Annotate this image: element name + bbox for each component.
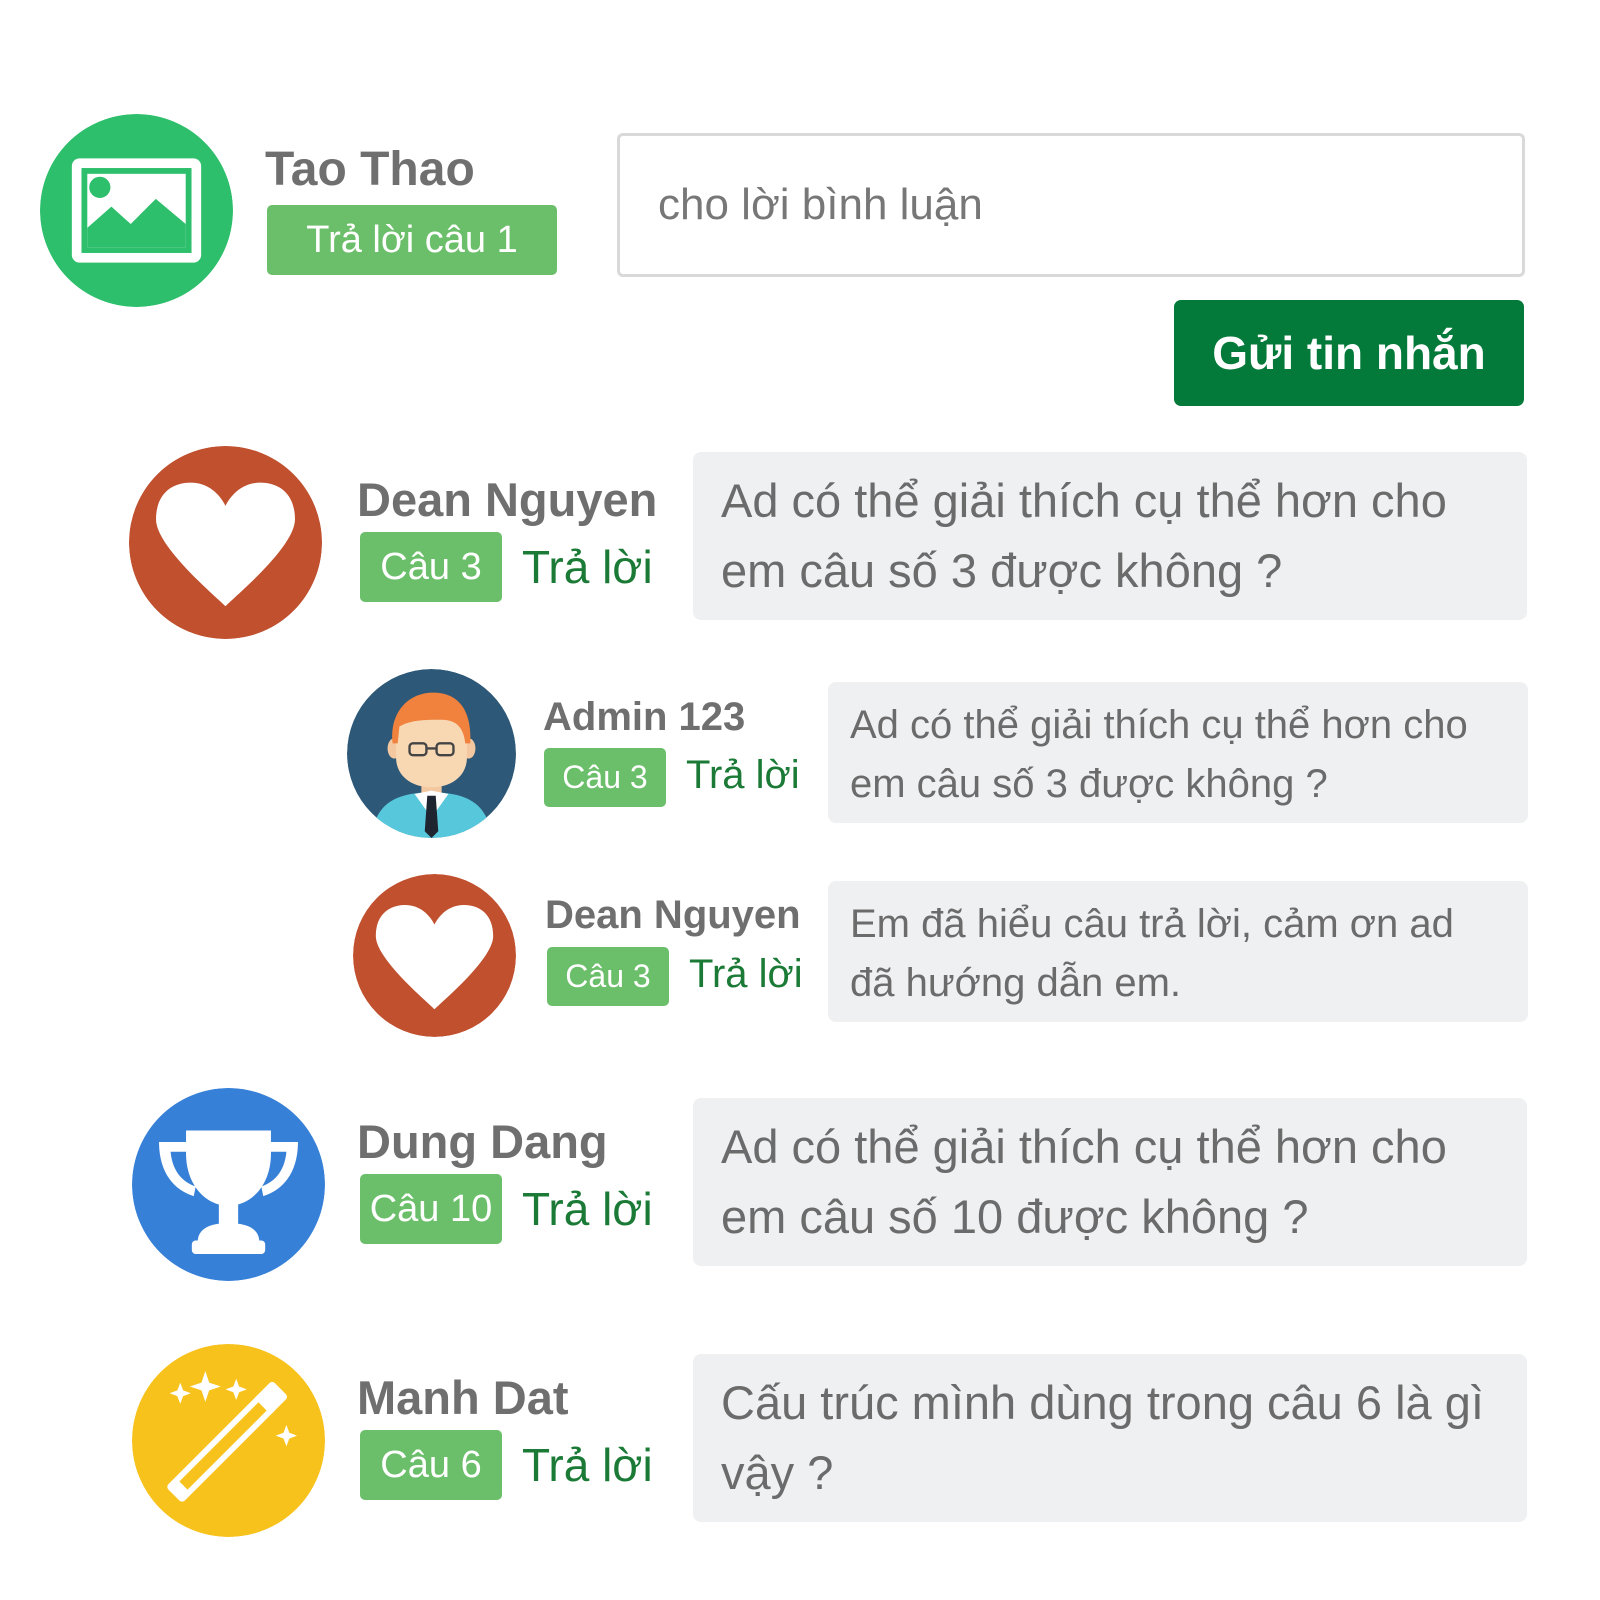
admin-person-icon [347, 669, 516, 838]
reply-text: Ad có thể giải thích cụ thể hơn cho em c… [828, 682, 1528, 823]
comment-text: Cấu trúc mình dùng trong câu 6 là gì vậy… [693, 1354, 1527, 1522]
question-badge[interactable]: Câu 3 [360, 532, 502, 602]
reply-text: Em đã hiểu câu trả lời, cảm ơn ad đã hướ… [828, 881, 1528, 1022]
composer-question-badge[interactable]: Trả lời câu 1 [267, 205, 557, 275]
reply-author: Dean Nguyen [545, 893, 801, 937]
comment-text: Ad có thể giải thích cụ thể hơn cho em c… [693, 452, 1527, 620]
composer-avatar [40, 114, 233, 307]
reply-link[interactable]: Trả lời [522, 540, 653, 594]
heart-icon [129, 446, 322, 639]
image-icon [40, 114, 233, 307]
question-badge[interactable]: Câu 3 [547, 947, 669, 1006]
comment-input[interactable] [617, 133, 1525, 277]
comment-author: Manh Dat [357, 1371, 569, 1424]
trophy-icon [132, 1088, 325, 1281]
comment-avatar [132, 1088, 325, 1281]
comment-avatar [129, 446, 322, 639]
comment-author: Dung Dang [357, 1115, 608, 1168]
magic-wand-icon [132, 1344, 325, 1537]
reply-avatar [353, 874, 516, 1037]
question-badge[interactable]: Câu 3 [544, 748, 666, 807]
reply-author: Admin 123 [543, 695, 746, 739]
reply-link[interactable]: Trả lời [522, 1182, 653, 1236]
reply-link[interactable]: Trả lời [686, 753, 800, 798]
comment-avatar [132, 1344, 325, 1537]
question-badge[interactable]: Câu 10 [360, 1174, 502, 1244]
reply-avatar [347, 669, 516, 838]
send-message-button[interactable]: Gửi tin nhắn [1174, 300, 1524, 406]
reply-link[interactable]: Trả lời [689, 952, 803, 997]
heart-icon [353, 874, 516, 1037]
reply-link[interactable]: Trả lời [522, 1438, 653, 1492]
comment-text: Ad có thể giải thích cụ thể hơn cho em c… [693, 1098, 1527, 1266]
composer-user-name: Tao Thao [265, 143, 475, 196]
question-badge[interactable]: Câu 6 [360, 1430, 502, 1500]
comment-author: Dean Nguyen [357, 473, 658, 526]
